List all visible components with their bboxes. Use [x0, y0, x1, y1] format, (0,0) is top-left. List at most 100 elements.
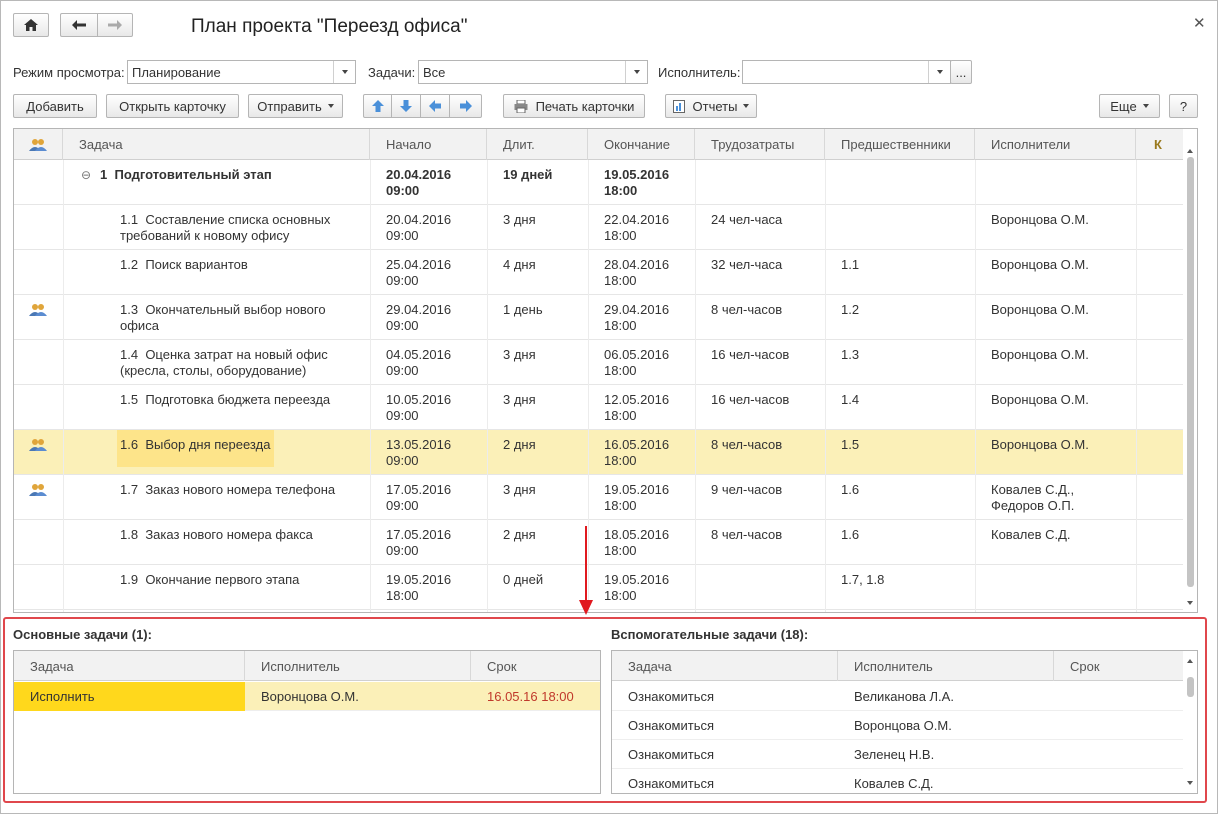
scroll-up-icon[interactable] — [1187, 149, 1193, 153]
table-row[interactable]: Ознакомиться Воронцова О.М. — [612, 711, 1185, 740]
reports-button[interactable]: Отчеты — [665, 94, 757, 118]
task-name: Подготовительный этап — [114, 167, 272, 182]
executors-cell: Воронцова О.М. — [991, 385, 1135, 430]
header-task[interactable]: Задача — [612, 651, 838, 681]
scroll-thumb[interactable] — [1187, 677, 1194, 697]
predecessors-cell: 1.5 — [841, 437, 860, 452]
table-row[interactable]: ⊖ 1 Подготовительный этап 20.04.2016 09:00 1… — [14, 160, 1184, 205]
predecessors-cell: 1.4 — [841, 392, 860, 407]
start-time: 18:00 — [386, 588, 419, 603]
table-row[interactable]: 1.6 Выбор дня переезда 13.05.2016 09:00 2 д… — [14, 430, 1184, 475]
start-date: 25.04.2016 — [386, 257, 452, 272]
tasks-table[interactable]: Задача Начало Длит. Окончание Трудозатра… — [13, 128, 1198, 613]
table-row[interactable]: 1.1 Составление списка основных требовани… — [14, 205, 1184, 250]
header-executor[interactable]: Исполнитель — [245, 651, 471, 681]
table-row[interactable]: Исполнить Воронцова О.М. 16.05.16 18:00 — [14, 682, 600, 711]
scroll-down-icon[interactable] — [1187, 781, 1193, 785]
header-end[interactable]: Окончание — [588, 129, 695, 160]
header-task[interactable]: Задача — [14, 651, 245, 681]
header-start[interactable]: Начало — [370, 129, 487, 160]
table-row[interactable]: 1.3 Окончательный выбор нового офиса 29.0… — [14, 295, 1184, 340]
deadline-cell — [1054, 682, 1185, 711]
help-button[interactable]: ? — [1169, 94, 1198, 118]
header-predecessors[interactable]: Предшественники — [825, 129, 975, 160]
header-duration[interactable]: Длит. — [487, 129, 588, 160]
open-card-button[interactable]: Открыть карточку — [106, 94, 239, 118]
duration-cell: 4 дня — [503, 257, 536, 272]
table-row[interactable]: 1.4 Оценка затрат на новый офис (кресла, … — [14, 340, 1184, 385]
task-name-continued: требований к новому офису — [120, 228, 290, 243]
move-down-button[interactable] — [391, 94, 421, 118]
header-deadline[interactable]: Срок — [1054, 651, 1185, 681]
scroll-thumb[interactable] — [1187, 157, 1194, 587]
header-task[interactable]: Задача — [63, 129, 370, 160]
predecessors-cell: 1.1 — [841, 257, 860, 272]
table-row[interactable]: Ознакомиться Ковалев С.Д. — [612, 769, 1185, 793]
aux-tasks-table[interactable]: Задача Исполнитель Срок Ознакомиться Вели… — [611, 650, 1198, 794]
task-cell: Исполнить — [14, 682, 245, 711]
start-cell: 29.04.2016 09:00 — [386, 295, 486, 340]
move-right-button[interactable] — [449, 94, 482, 118]
chevron-down-icon[interactable] — [625, 61, 647, 83]
header-executors[interactable]: Исполнители — [975, 129, 1136, 160]
predecessors-cell — [841, 160, 974, 205]
deadline-cell: 16.05.16 18:00 — [487, 689, 574, 704]
duration-cell: 2 дня — [503, 437, 536, 452]
more-button[interactable]: Еще — [1099, 94, 1160, 118]
collapse-icon[interactable]: ⊖ — [81, 160, 91, 205]
main-tasks-table[interactable]: Задача Исполнитель Срок Исполнить Воронц… — [13, 650, 601, 794]
task-name-cell: 1.7 Заказ нового номера телефона — [120, 475, 366, 520]
executor-cell: Воронцова О.М. — [261, 689, 359, 704]
table-row[interactable]: Ознакомиться Великанова Л.А. — [612, 682, 1185, 711]
aux-tasks-header: Задача Исполнитель Срок — [612, 651, 1185, 681]
executors-cell: Ковалев С.Д., Федоров О.П. — [991, 475, 1135, 520]
end-date: 16.05.2016 — [604, 437, 670, 452]
end-date: 12.05.2016 — [604, 392, 670, 407]
header-effort[interactable]: Трудозатраты — [695, 129, 825, 160]
header-deadline[interactable]: Срок — [471, 651, 600, 681]
start-time: 09:00 — [386, 318, 419, 333]
task-name: Оценка затрат на новый офис — [145, 347, 328, 362]
table-row[interactable]: 1.7 Заказ нового номера телефона 17.05.20… — [14, 475, 1184, 520]
mode-select[interactable]: Планирование — [127, 60, 356, 84]
move-up-button[interactable] — [363, 94, 392, 118]
task-name-cell: 1.3 Окончательный выбор нового офиса — [120, 295, 366, 340]
chevron-down-icon[interactable] — [928, 61, 950, 83]
task-number: 1 — [100, 167, 108, 182]
print-cards-button[interactable]: Печать карточки — [503, 94, 645, 118]
table-row[interactable]: Ознакомиться Зеленец Н.В. — [612, 740, 1185, 769]
home-button[interactable] — [13, 13, 49, 37]
aux-scrollbar[interactable] — [1183, 651, 1197, 793]
chevron-down-icon[interactable] — [333, 61, 355, 83]
close-icon[interactable]: ✕ — [1193, 14, 1206, 32]
forward-button[interactable] — [97, 13, 133, 37]
end-time: 18:00 — [604, 408, 637, 423]
table-row[interactable]: 1.8 Заказ нового номера факса 17.05.2016 0… — [14, 520, 1184, 565]
table-header: Задача Начало Длит. Окончание Трудозатра… — [14, 129, 1184, 160]
predecessors-cell: 1.2 — [841, 302, 860, 317]
executor-field[interactable] — [742, 60, 951, 84]
move-left-button[interactable] — [420, 94, 450, 118]
task-cell: Ознакомиться — [628, 689, 715, 704]
header-icon-cell[interactable] — [14, 129, 63, 160]
header-executor[interactable]: Исполнитель — [838, 651, 1054, 681]
scroll-up-icon[interactable] — [1187, 659, 1193, 663]
executor-select-button[interactable]: ... — [950, 60, 972, 84]
table-scrollbar[interactable] — [1183, 129, 1197, 612]
tasks-select[interactable]: Все — [418, 60, 648, 84]
people-icon — [29, 138, 47, 151]
send-button[interactable]: Отправить — [248, 94, 343, 118]
header-k[interactable]: К — [1136, 129, 1184, 160]
reports-label: Отчеты — [692, 98, 738, 114]
task-name: Окончание первого этапа — [145, 572, 300, 587]
table-row[interactable]: 1.5 Подготовка бюджета переезда 10.05.201… — [14, 385, 1184, 430]
table-row[interactable]: 1.9 Окончание первого этапа 19.05.2016 18:… — [14, 565, 1184, 610]
add-button[interactable]: Добавить — [13, 94, 97, 118]
scroll-down-icon[interactable] — [1187, 601, 1193, 605]
back-button[interactable] — [60, 13, 97, 37]
executor-cell: Ковалев С.Д. — [854, 776, 934, 791]
effort-cell: 24 чел-часа — [711, 212, 783, 227]
predecessors-cell: 1.7, 1.8 — [841, 572, 885, 587]
column-separator — [695, 160, 696, 612]
table-row[interactable]: 1.2 Поиск вариантов 25.04.2016 09:00 4 дня 2… — [14, 250, 1184, 295]
